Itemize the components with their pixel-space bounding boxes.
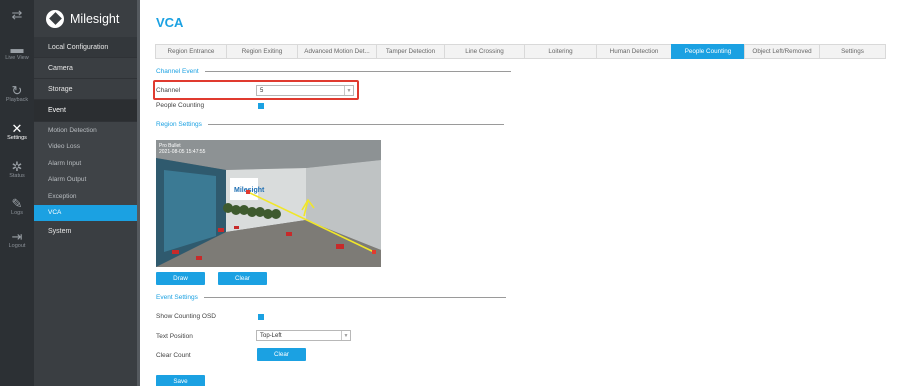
rail-logs[interactable]: ✎ Logs xyxy=(0,197,34,216)
chevron-down-icon: ▼ xyxy=(344,86,353,95)
tab-tamper-detection[interactable]: Tamper Detection xyxy=(376,44,444,59)
menu-event[interactable]: Event xyxy=(34,100,137,122)
camera-preview[interactable]: Milesight Pro Bullet 2021-08-05 15:47:55 xyxy=(156,140,381,267)
live-view-icon: ▬ xyxy=(10,41,24,56)
rail-label: Logout xyxy=(8,243,26,249)
page-title: VCA xyxy=(156,15,184,30)
tab-advanced-motion-detection[interactable]: Advanced Motion Det... xyxy=(297,44,376,59)
menu-storage[interactable]: Storage xyxy=(34,79,137,100)
rail-playback[interactable]: ↻ Playback xyxy=(0,84,34,103)
show-counting-osd-label: Show Counting OSD xyxy=(156,313,216,320)
region-settings-legend: Region Settings xyxy=(156,121,504,128)
tab-region-entrance[interactable]: Region Entrance xyxy=(155,44,226,59)
channel-event-title: Channel Event xyxy=(156,68,199,75)
brand-logo: Milesight xyxy=(34,0,137,37)
logout-icon: ⇥ xyxy=(11,229,23,244)
submenu-motion-detection[interactable]: Motion Detection xyxy=(34,122,137,139)
tab-region-exiting[interactable]: Region Exiting xyxy=(226,44,297,59)
submenu-alarm-output[interactable]: Alarm Output xyxy=(34,171,137,188)
legend-divider xyxy=(207,124,504,125)
rail-label: Live View xyxy=(5,55,29,61)
playback-icon: ↻ xyxy=(11,83,23,98)
milesight-logo-icon xyxy=(46,9,64,28)
rail-settings[interactable]: ✕ Settings xyxy=(0,122,34,141)
submenu-exception[interactable]: Exception xyxy=(34,188,137,205)
legend-divider xyxy=(203,297,506,298)
submenu-alarm-input[interactable]: Alarm Input xyxy=(34,155,137,172)
video-osd: Pro Bullet 2021-08-05 15:47:55 xyxy=(159,143,205,155)
logs-icon: ✎ xyxy=(11,196,23,211)
chevron-down-icon: ▼ xyxy=(341,331,350,340)
settings-menu: Milesight Local Configuration Camera Sto… xyxy=(34,0,140,386)
event-settings-legend: Event Settings xyxy=(156,294,506,301)
submenu-video-loss[interactable]: Video Loss xyxy=(34,138,137,155)
text-position-label: Text Position xyxy=(156,333,193,340)
menu-camera[interactable]: Camera xyxy=(34,58,137,79)
tab-loitering[interactable]: Loitering xyxy=(524,44,596,59)
icon-rail: ⇄ ▬ Live View ↻ Playback ✕ Settings ✲ St… xyxy=(0,0,34,386)
channel-event-legend: Channel Event xyxy=(156,68,511,75)
channel-select-value: 5 xyxy=(260,87,264,94)
vca-tabs: Region Entrance Region Exiting Advanced … xyxy=(155,44,886,59)
camera-scene: Milesight xyxy=(156,140,381,267)
switch-icon[interactable]: ⇄ xyxy=(0,0,34,30)
menu-local-configuration[interactable]: Local Configuration xyxy=(34,37,137,58)
osd-line2: 2021-08-05 15:47:55 xyxy=(159,149,206,155)
rail-label: Playback xyxy=(5,97,29,103)
settings-icon: ✕ xyxy=(11,121,23,136)
clear-count-button[interactable]: Clear xyxy=(257,348,306,361)
people-counting-checkbox[interactable] xyxy=(258,103,264,109)
people-counting-label: People Counting xyxy=(156,102,205,109)
region-settings-title: Region Settings xyxy=(156,121,202,128)
main-content: VCA Region Entrance Region Exiting Advan… xyxy=(143,0,904,386)
rail-label: Logs xyxy=(11,210,23,216)
text-position-value: Top-Left xyxy=(260,332,282,339)
rail-label: Settings xyxy=(7,135,27,141)
tab-human-detection[interactable]: Human Detection xyxy=(596,44,671,59)
rail-label: Status xyxy=(9,173,25,179)
channel-select[interactable]: 5 ▼ xyxy=(256,85,354,96)
clear-region-button[interactable]: Clear xyxy=(218,272,267,285)
clear-count-label: Clear Count xyxy=(156,352,191,359)
channel-label: Channel xyxy=(156,87,181,94)
show-counting-osd-checkbox[interactable] xyxy=(258,314,264,320)
tab-settings[interactable]: Settings xyxy=(819,44,886,59)
save-button[interactable]: Save xyxy=(156,375,205,386)
submenu-vca[interactable]: VCA xyxy=(34,204,137,221)
rail-logout[interactable]: ⇥ Logout xyxy=(0,230,34,249)
tab-line-crossing[interactable]: Line Crossing xyxy=(444,44,524,59)
menu-system[interactable]: System xyxy=(34,221,137,242)
status-icon: ✲ xyxy=(11,159,23,174)
event-settings-title: Event Settings xyxy=(156,294,198,301)
tab-people-counting[interactable]: People Counting xyxy=(671,44,744,59)
draw-button[interactable]: Draw xyxy=(156,272,205,285)
text-position-select[interactable]: Top-Left ▼ xyxy=(256,330,351,341)
legend-divider xyxy=(204,71,511,72)
rail-status[interactable]: ✲ Status xyxy=(0,160,34,179)
brand-name: Milesight xyxy=(70,11,120,26)
tab-object-left-removed[interactable]: Object Left/Removed xyxy=(744,44,819,59)
rail-live-view[interactable]: ▬ Live View xyxy=(0,42,34,61)
